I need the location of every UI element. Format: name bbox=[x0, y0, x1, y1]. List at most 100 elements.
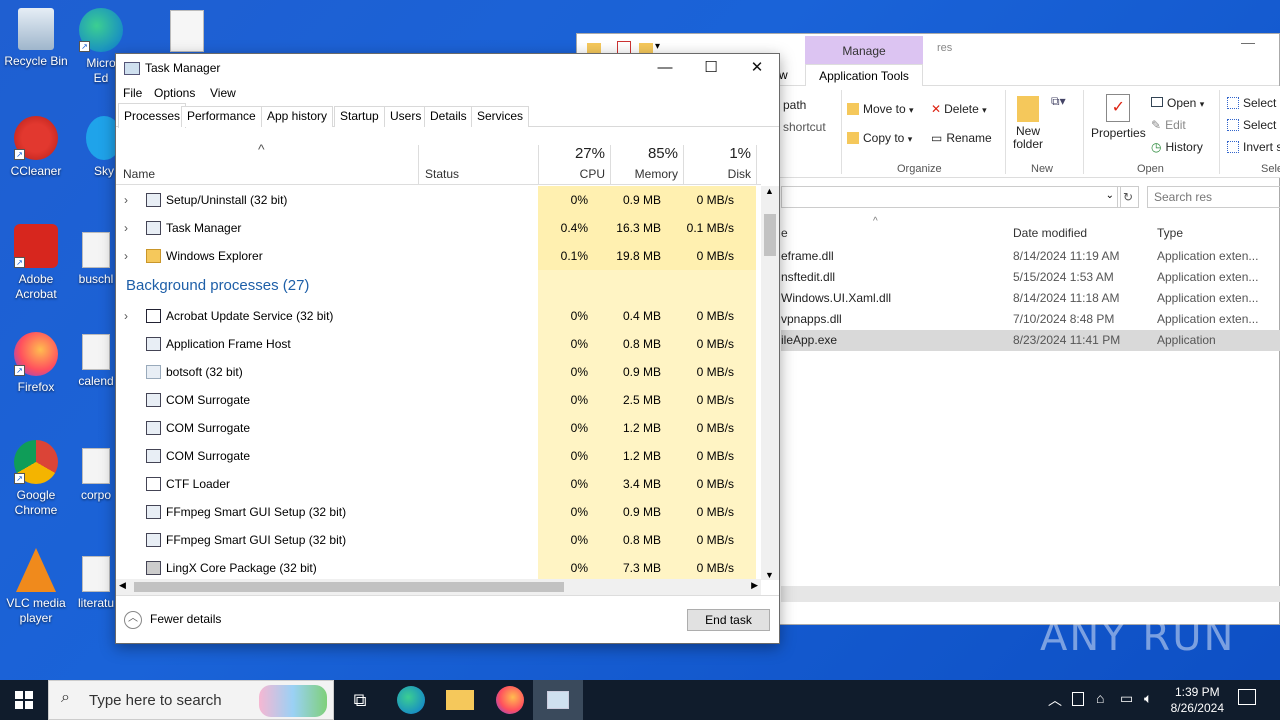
process-row[interactable]: › Task Manager 0.4% 16.3 MB 0.1 MB/s bbox=[116, 214, 761, 242]
desktop-icon-recycle-bin[interactable]: Recycle Bin bbox=[0, 8, 72, 69]
show-hidden-icons[interactable]: ︿ bbox=[1048, 690, 1062, 710]
chevron-down-icon[interactable]: ▾ bbox=[655, 41, 660, 52]
tab-details[interactable]: Details bbox=[424, 106, 473, 127]
tab-startup[interactable]: Startup bbox=[334, 106, 385, 127]
delete-button[interactable]: ✕ Delete ▾ bbox=[931, 102, 987, 116]
scroll-right-icon[interactable]: ▶ bbox=[751, 580, 758, 591]
column-header-name[interactable]: Name bbox=[123, 167, 155, 181]
tab-processes[interactable]: Processes bbox=[118, 103, 187, 128]
tab-app-history[interactable]: App history bbox=[261, 106, 334, 127]
desktop-icon-calendar[interactable]: calend bbox=[76, 334, 116, 389]
expand-chevron-icon[interactable]: › bbox=[124, 214, 128, 242]
paste-shortcut-button[interactable]: shortcut bbox=[783, 120, 826, 134]
menu-file[interactable]: File bbox=[123, 86, 142, 100]
edit-button[interactable]: ✎ Edit bbox=[1151, 118, 1186, 132]
process-row[interactable]: FFmpeg Smart GUI Setup (32 bit) 0% 0.9 M… bbox=[116, 498, 761, 526]
history-button[interactable]: ◷ History bbox=[1151, 140, 1203, 154]
process-row[interactable]: › Windows Explorer 0.1% 19.8 MB 0 MB/s bbox=[116, 242, 761, 270]
new-item-button[interactable]: ⧉▾ bbox=[1051, 94, 1077, 134]
tab-users[interactable]: Users bbox=[384, 106, 428, 127]
column-header-type[interactable]: Type bbox=[1157, 226, 1183, 240]
fewer-details-button[interactable]: ︿ Fewer details bbox=[124, 611, 221, 629]
refresh-button[interactable]: ↻ bbox=[1117, 186, 1139, 208]
end-task-button[interactable]: End task bbox=[687, 609, 770, 631]
expand-chevron-icon[interactable]: › bbox=[124, 186, 128, 214]
scrollbar-thumb[interactable] bbox=[764, 214, 776, 256]
rename-button[interactable]: ▭ Rename bbox=[931, 131, 992, 145]
close-button[interactable]: ✕ bbox=[734, 54, 780, 83]
expand-chevron-icon[interactable]: › bbox=[124, 242, 128, 270]
background-processes-header[interactable]: Background processes (27) bbox=[116, 272, 761, 302]
scroll-left-icon[interactable]: ◀ bbox=[119, 580, 126, 591]
desktop-icon-word-doc[interactable]: buschl bbox=[76, 232, 116, 287]
file-row[interactable]: vpnapps.dll 7/10/2024 8:48 PM Applicatio… bbox=[781, 309, 1280, 330]
scroll-down-icon[interactable]: ▼ bbox=[765, 570, 774, 580]
process-row[interactable]: COM Surrogate 0% 1.2 MB 0 MB/s bbox=[116, 442, 761, 470]
desktop-icon-literatu[interactable]: literatu bbox=[76, 556, 116, 611]
expand-chevron-icon[interactable]: › bbox=[124, 302, 128, 330]
process-row[interactable]: botsoft (32 bit) 0% 0.9 MB 0 MB/s bbox=[116, 358, 761, 386]
notifications-icon[interactable] bbox=[1238, 689, 1256, 705]
column-header-date[interactable]: Date modified bbox=[1013, 226, 1087, 240]
manage-tab[interactable]: Manage bbox=[805, 36, 923, 64]
invert-selection-button[interactable]: Invert s bbox=[1227, 140, 1280, 154]
copy-path-button[interactable]: path bbox=[783, 98, 806, 112]
process-row[interactable]: Application Frame Host 0% 0.8 MB 0 MB/s bbox=[116, 330, 761, 358]
task-view-icon[interactable]: ⧉ bbox=[346, 686, 374, 714]
file-row[interactable]: Windows.UI.Xaml.dll 8/14/2024 11:18 AM A… bbox=[781, 288, 1280, 309]
process-row[interactable]: LingX Core Package (32 bit) 0% 7.3 MB 0 … bbox=[116, 554, 761, 580]
column-header-memory[interactable]: Memory bbox=[635, 167, 678, 181]
address-bar[interactable]: ⌄ bbox=[781, 186, 1121, 208]
properties-button[interactable]: ✓ Properties bbox=[1091, 94, 1146, 140]
file-row[interactable]: nsftedit.dll 5/15/2024 1:53 AM Applicati… bbox=[781, 267, 1280, 288]
new-folder-button[interactable]: New folder bbox=[1013, 96, 1043, 151]
column-header-name[interactable]: e bbox=[781, 226, 788, 240]
clock[interactable]: 1:39 PM 8/26/2024 bbox=[1171, 684, 1224, 716]
start-button[interactable] bbox=[0, 680, 48, 720]
application-tools-tab[interactable]: Application Tools bbox=[805, 64, 923, 86]
process-row[interactable]: COM Surrogate 0% 2.5 MB 0 MB/s bbox=[116, 386, 761, 414]
process-row[interactable]: COM Surrogate 0% 1.2 MB 0 MB/s bbox=[116, 414, 761, 442]
desktop-icon-firefox[interactable]: ↗ Firefox bbox=[0, 332, 72, 395]
desktop-icon-corpo[interactable]: corpo bbox=[76, 448, 116, 503]
firefox-icon[interactable] bbox=[496, 686, 524, 714]
edge-icon[interactable] bbox=[397, 686, 425, 714]
network-icon[interactable]: ⌂ bbox=[1096, 690, 1104, 706]
task-manager-titlebar[interactable]: Task Manager — ☐ ✕ bbox=[116, 54, 779, 83]
file-row-selected[interactable]: ileApp.exe 8/23/2024 11:41 PM Applicatio… bbox=[781, 330, 1280, 351]
battery-icon[interactable] bbox=[1072, 692, 1084, 706]
desktop-icon-chrome[interactable]: ↗ Google Chrome bbox=[0, 440, 72, 518]
explorer-horizontal-scrollbar[interactable] bbox=[781, 586, 1280, 602]
desktop-icon-vlc[interactable]: VLC media player bbox=[0, 548, 72, 626]
process-row[interactable]: FFmpeg Smart GUI Setup (32 bit) 0% 0.8 M… bbox=[116, 526, 761, 554]
select-none-button[interactable]: Select n bbox=[1227, 118, 1280, 132]
tab-performance[interactable]: Performance bbox=[181, 106, 262, 127]
view-tab-partial[interactable]: w bbox=[779, 68, 788, 82]
scroll-up-icon[interactable]: ▲ bbox=[765, 186, 774, 196]
taskbar-search[interactable]: ⌕ Type here to search bbox=[48, 680, 334, 720]
menu-view[interactable]: View bbox=[210, 86, 236, 100]
select-all-button[interactable]: Select a bbox=[1227, 96, 1280, 110]
volume-icon[interactable]: 🔈︎ bbox=[1144, 690, 1152, 707]
scrollbar-thumb[interactable] bbox=[134, 582, 564, 592]
display-icon[interactable]: ▭ bbox=[1120, 690, 1133, 707]
desktop-icon-adobe-acrobat[interactable]: ↗ Adobe Acrobat bbox=[0, 224, 72, 302]
column-header-cpu[interactable]: CPU bbox=[580, 167, 605, 181]
copy-to-button[interactable]: Copy to ▾ bbox=[847, 131, 912, 145]
minimize-button[interactable]: — bbox=[642, 54, 688, 83]
process-row[interactable]: › Acrobat Update Service (32 bit) 0% 0.4… bbox=[116, 302, 761, 330]
search-input[interactable]: Search res bbox=[1147, 186, 1280, 208]
minimize-button[interactable]: — bbox=[1241, 34, 1255, 50]
desktop-file-icon[interactable] bbox=[170, 10, 204, 52]
task-manager-window[interactable]: Task Manager — ☐ ✕ File Options View Pro… bbox=[115, 53, 780, 644]
menu-options[interactable]: Options bbox=[154, 86, 195, 100]
task-manager-taskbar-button[interactable] bbox=[533, 680, 583, 720]
column-header-status[interactable]: Status bbox=[425, 167, 459, 181]
process-row[interactable]: CTF Loader 0% 3.4 MB 0 MB/s bbox=[116, 470, 761, 498]
file-explorer-icon[interactable] bbox=[446, 690, 474, 710]
tab-services[interactable]: Services bbox=[471, 106, 530, 127]
horizontal-scrollbar[interactable]: ◀ ▶ bbox=[116, 579, 761, 595]
vertical-scrollbar[interactable]: ▲ ▼ bbox=[761, 186, 779, 580]
column-header-disk[interactable]: Disk bbox=[728, 167, 751, 181]
chevron-down-icon[interactable]: ⌄ bbox=[1106, 190, 1114, 201]
